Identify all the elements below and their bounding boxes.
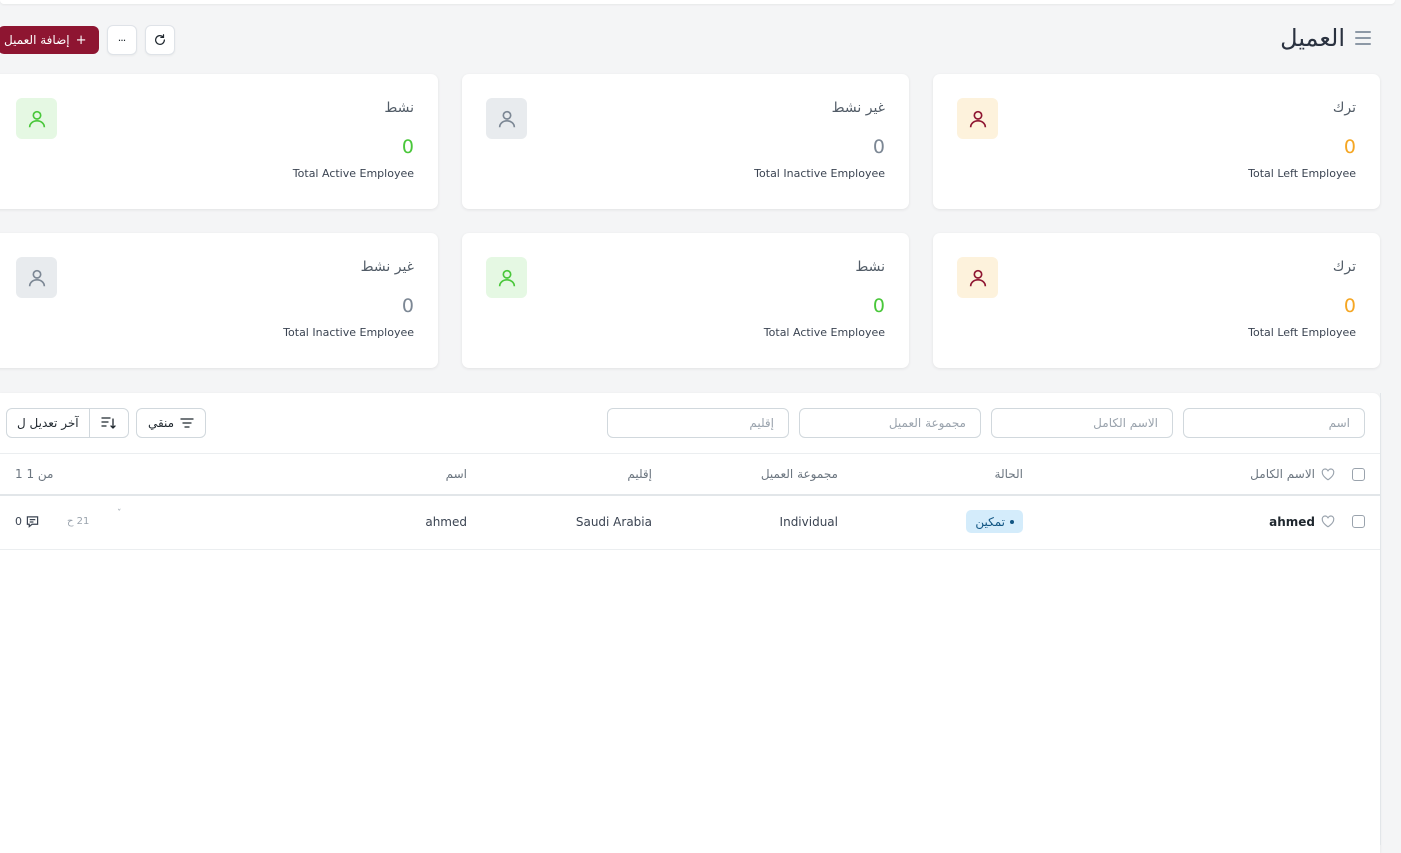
card-title: ترك bbox=[1332, 259, 1356, 275]
filter-button[interactable]: منقي bbox=[136, 408, 206, 438]
card-title: ترك bbox=[1332, 100, 1356, 116]
add-customer-label: إضافة العميل bbox=[4, 33, 70, 47]
comment-icon bbox=[26, 516, 39, 528]
list-panel: منقي آخر تعديل ل الاسم الكامل الحالة مجم… bbox=[0, 393, 1380, 853]
row-status-cell: تمكين bbox=[966, 494, 1023, 549]
user-icon bbox=[486, 98, 527, 139]
refresh-icon bbox=[154, 34, 165, 45]
panel-edge bbox=[1380, 393, 1381, 845]
list-header: الاسم الكامل الحالة مجموعة العميل إقليم … bbox=[0, 453, 1380, 496]
card-subtitle: Total Active Employee bbox=[763, 326, 885, 339]
page-actions: + إضافة العميل ··· bbox=[0, 25, 175, 55]
column-full-name: الاسم الكامل bbox=[1250, 467, 1315, 481]
table-row[interactable]: ahmed تمكين Individual Saudi Arabia ahme… bbox=[0, 494, 1380, 550]
column-name: اسم bbox=[445, 467, 467, 481]
row-modified: 21 ح bbox=[67, 516, 90, 527]
header-checkbox-cell bbox=[1352, 454, 1365, 494]
full-name-filter-input[interactable] bbox=[991, 408, 1173, 438]
customer-group-filter-input[interactable] bbox=[799, 408, 981, 438]
row-full-name-link[interactable]: ahmed bbox=[1269, 515, 1315, 529]
card-title: غير نشط bbox=[360, 259, 414, 275]
status-badge[interactable]: تمكين bbox=[966, 510, 1023, 533]
page-title-group: العميل bbox=[1280, 24, 1371, 52]
comment-count: 0 bbox=[15, 515, 22, 528]
more-actions-button[interactable]: ··· bbox=[106, 25, 137, 55]
add-customer-button[interactable]: + إضافة العميل bbox=[0, 26, 99, 54]
sort-icon bbox=[100, 417, 116, 429]
card-value: 0 bbox=[401, 295, 414, 317]
card-title: نشط bbox=[855, 259, 885, 275]
list-count: 1 من 1 bbox=[15, 467, 54, 481]
filter-icon bbox=[180, 418, 194, 428]
row-comments[interactable]: 0 bbox=[15, 494, 39, 549]
more-icon: ··· bbox=[117, 33, 126, 47]
card-subtitle: Total Inactive Employee bbox=[754, 167, 885, 180]
column-territory: إقليم bbox=[627, 467, 652, 481]
row-territory: Saudi Arabia bbox=[575, 514, 652, 529]
row-full-name-cell: ahmed bbox=[1269, 494, 1335, 549]
page-title: العميل bbox=[1280, 24, 1345, 52]
card-title: نشط bbox=[384, 100, 414, 116]
stat-card-inactive: غير نشط 0 Total Inactive Employee bbox=[0, 233, 438, 368]
card-value: 0 bbox=[872, 136, 885, 158]
card-subtitle: Total Inactive Employee bbox=[283, 326, 414, 339]
row-name: ahmed bbox=[425, 514, 467, 529]
user-icon bbox=[957, 98, 998, 139]
user-icon bbox=[16, 257, 57, 298]
card-value: 0 bbox=[1343, 295, 1356, 317]
sort-order-button[interactable] bbox=[88, 409, 128, 437]
card-value: 0 bbox=[401, 136, 414, 158]
refresh-button[interactable] bbox=[144, 25, 175, 55]
row-mark: ˇ bbox=[117, 508, 122, 519]
card-value: 0 bbox=[872, 295, 885, 317]
stat-card-active: نشط 0 Total Active Employee bbox=[0, 74, 438, 209]
stat-card-active: نشط 0 Total Active Employee bbox=[462, 233, 909, 368]
sort-field-button[interactable]: آخر تعديل ل bbox=[7, 409, 89, 437]
user-icon bbox=[16, 98, 57, 139]
select-all-checkbox[interactable] bbox=[1352, 467, 1365, 481]
stat-card-inactive: غير نشط 0 Total Inactive Employee bbox=[462, 74, 909, 209]
header-full-name: الاسم الكامل bbox=[1250, 454, 1335, 494]
row-customer-group: Individual bbox=[779, 514, 838, 529]
heart-icon[interactable] bbox=[1321, 467, 1335, 481]
card-subtitle: Total Left Employee bbox=[1248, 326, 1356, 339]
top-navbar-edge bbox=[0, 0, 1395, 4]
status-dot bbox=[1010, 519, 1014, 524]
territory-filter-input[interactable] bbox=[607, 408, 789, 438]
sidebar-toggle-icon[interactable] bbox=[1355, 31, 1371, 45]
column-status: الحالة bbox=[994, 467, 1023, 481]
card-subtitle: Total Active Employee bbox=[292, 167, 414, 180]
user-icon bbox=[486, 257, 527, 298]
stat-card-left: ترك 0 Total Left Employee bbox=[933, 74, 1380, 209]
card-title: غير نشط bbox=[831, 100, 885, 116]
status-label: تمكين bbox=[975, 514, 1005, 529]
plus-icon: + bbox=[75, 32, 87, 48]
card-subtitle: Total Left Employee bbox=[1248, 167, 1356, 180]
filter-label: منقي bbox=[147, 416, 175, 430]
sort-selector: آخر تعديل ل bbox=[6, 408, 129, 438]
name-filter-input[interactable] bbox=[1183, 408, 1365, 438]
page-header: العميل + إضافة العميل ··· bbox=[0, 22, 1401, 58]
heart-icon[interactable] bbox=[1321, 515, 1335, 528]
user-icon bbox=[957, 257, 998, 298]
stat-card-left: ترك 0 Total Left Employee bbox=[933, 233, 1380, 368]
card-value: 0 bbox=[1343, 136, 1356, 158]
standard-filters bbox=[607, 408, 1365, 438]
row-checkbox-cell bbox=[1352, 494, 1365, 549]
column-customer-group: مجموعة العميل bbox=[760, 467, 838, 481]
row-checkbox[interactable] bbox=[1352, 515, 1365, 528]
